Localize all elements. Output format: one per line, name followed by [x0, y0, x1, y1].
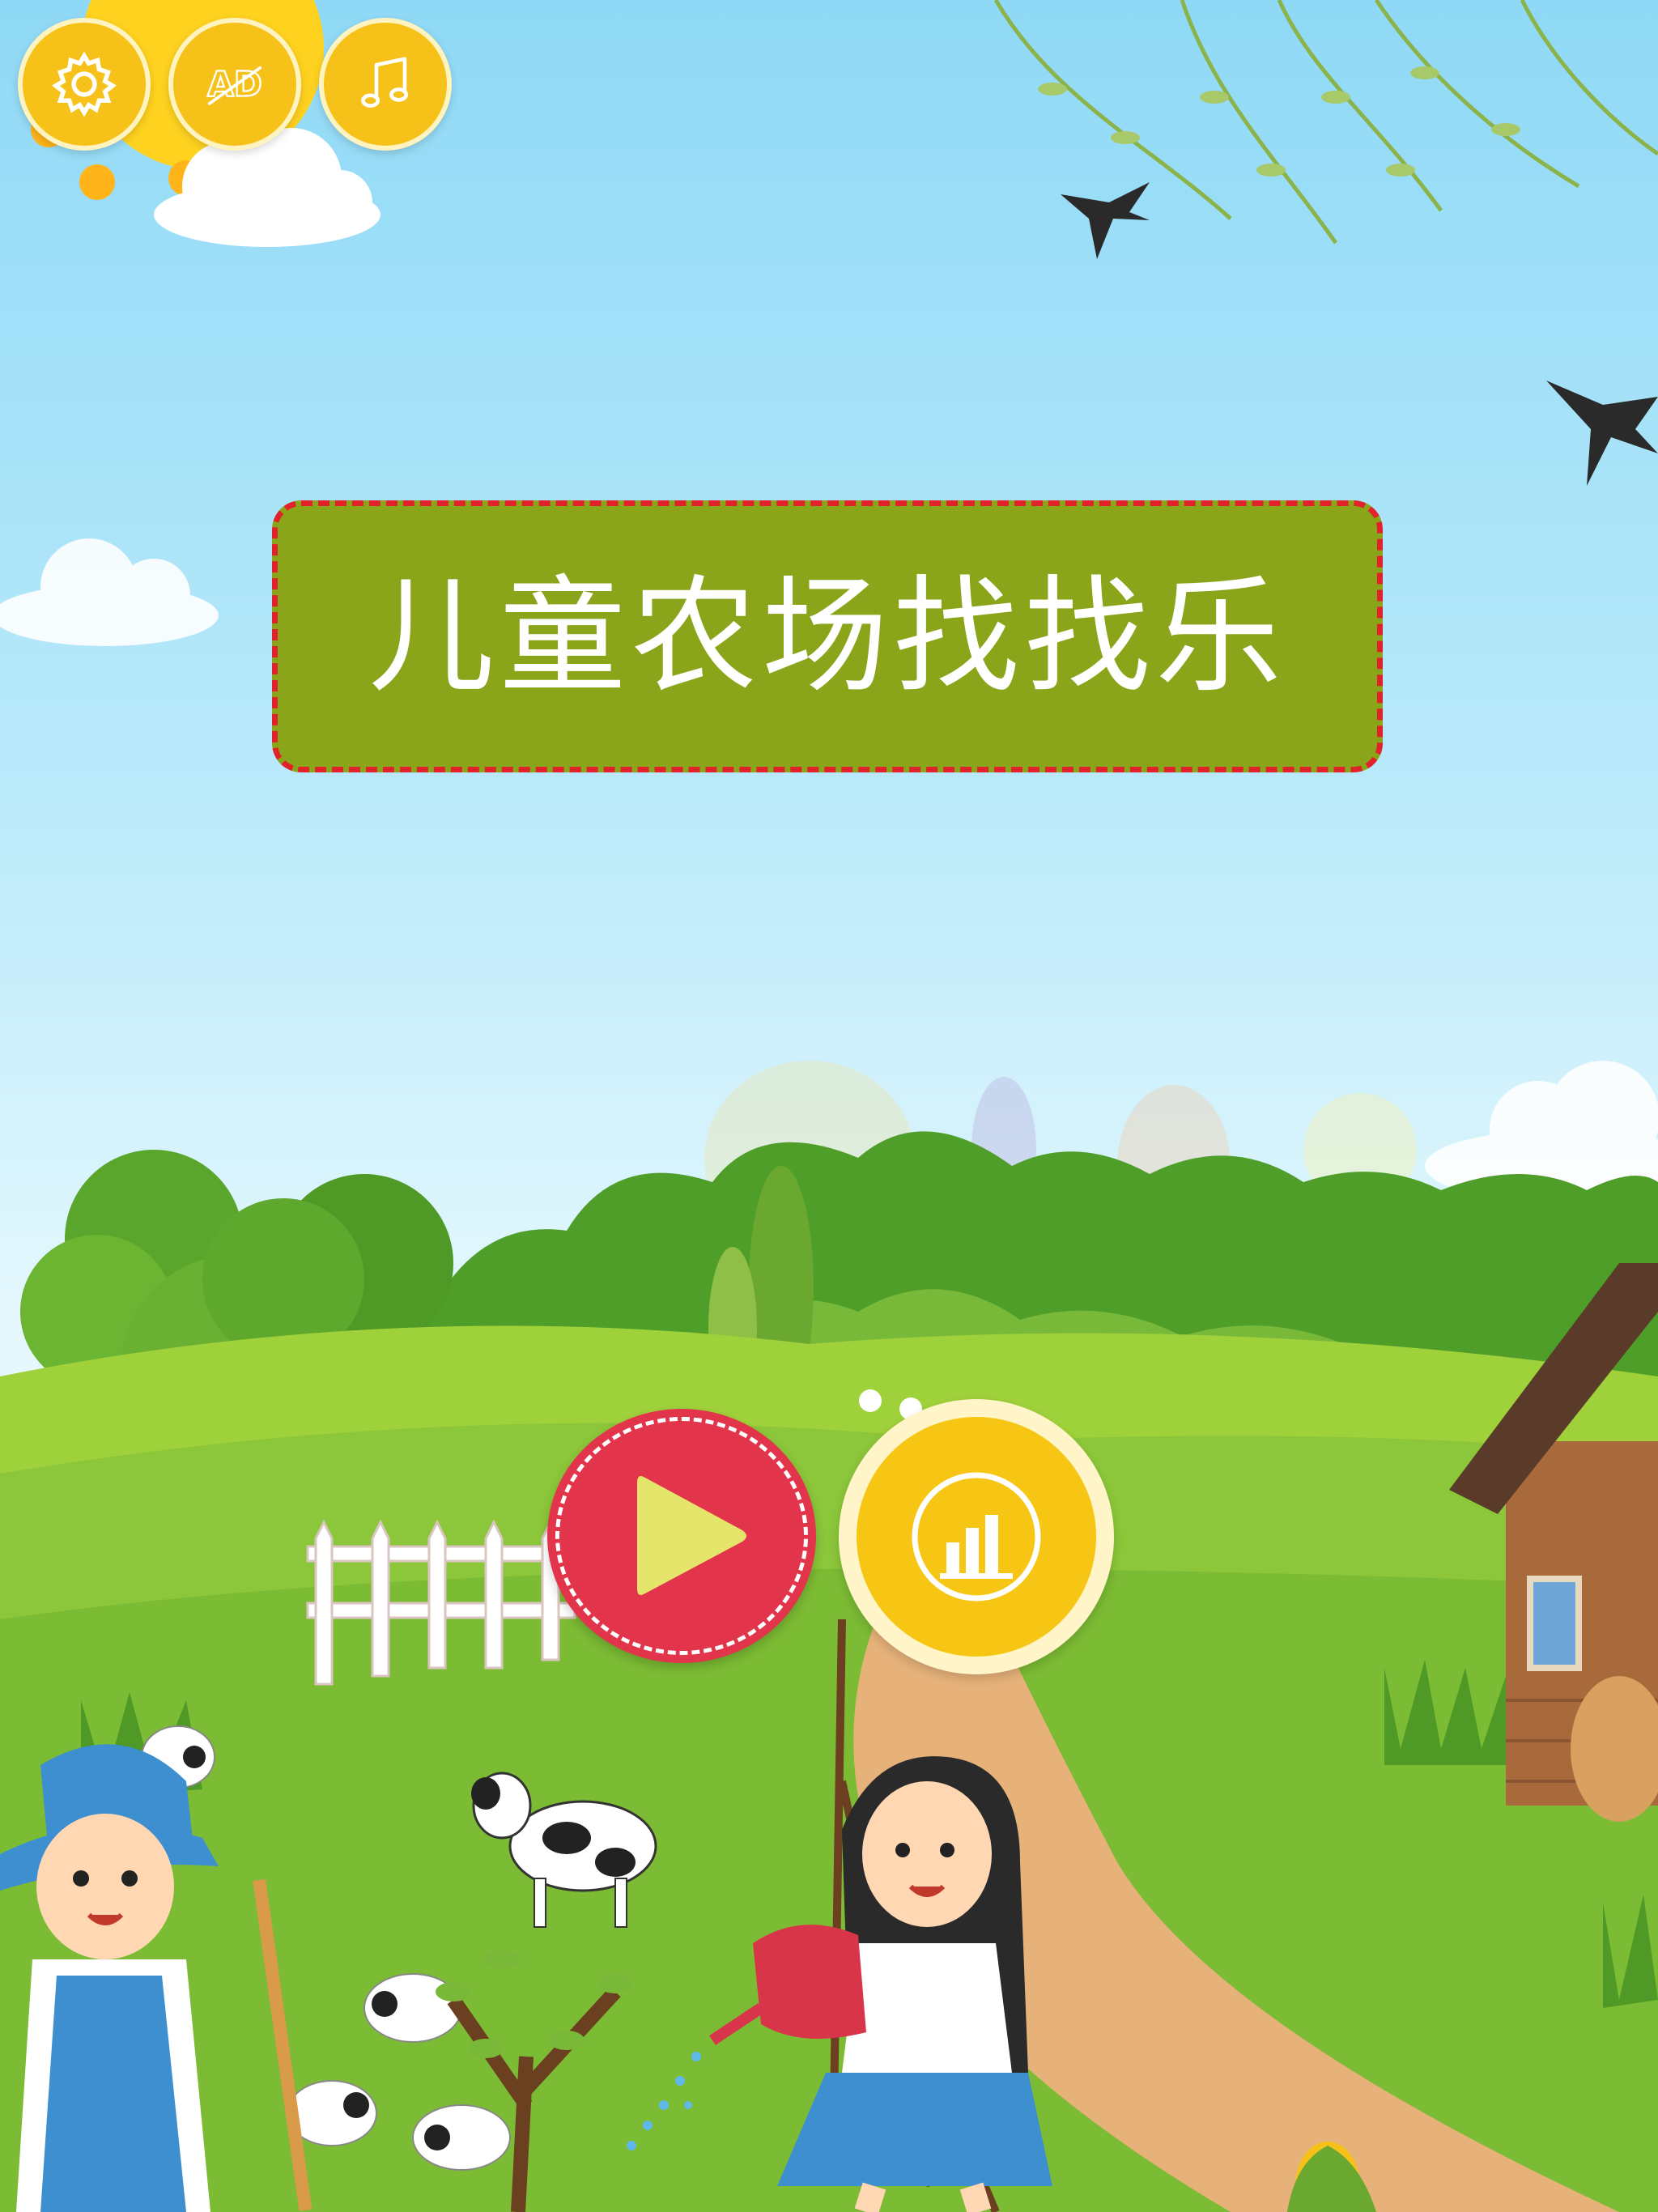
- play-icon: [637, 1476, 746, 1595]
- bar-chart-icon: [912, 1472, 1041, 1602]
- no-ads-button[interactable]: AD: [168, 18, 301, 151]
- settings-button[interactable]: [18, 18, 151, 151]
- game-title: 儿童农场找找乐: [368, 563, 1286, 710]
- cloud: [0, 538, 219, 646]
- title-banner: 儿童农场找找乐: [272, 500, 1383, 772]
- swallow-bird: [1546, 381, 1658, 486]
- gear-icon: [52, 51, 117, 117]
- farm-background: [0, 0, 1658, 2212]
- leaderboard-button-face: [857, 1417, 1096, 1657]
- leaderboard-button[interactable]: [839, 1399, 1114, 1674]
- music-button[interactable]: [319, 18, 452, 151]
- swallow-bird: [1061, 182, 1150, 259]
- play-button[interactable]: [547, 1409, 816, 1663]
- music-note-icon: [361, 57, 409, 108]
- ad-icon: AD: [206, 64, 263, 105]
